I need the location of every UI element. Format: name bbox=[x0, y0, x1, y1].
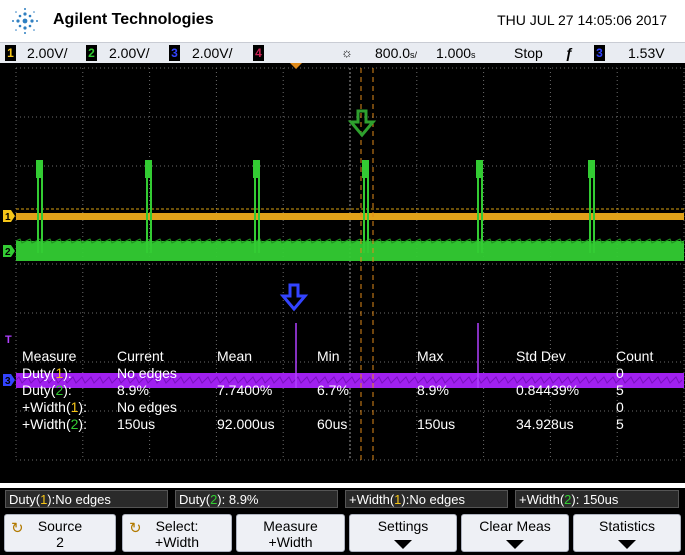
measure-value-current: 150us bbox=[117, 416, 156, 432]
rotate-knob-icon: ↻ bbox=[11, 519, 24, 537]
measure-header-current: Current bbox=[117, 348, 164, 364]
measure-value-count: 5 bbox=[616, 382, 624, 398]
run-state: Stop bbox=[514, 45, 543, 61]
channel-1-indicator[interactable]: 1 bbox=[5, 45, 16, 61]
brand-name: Agilent Technologies bbox=[53, 11, 214, 28]
rotate-knob-icon: ↻ bbox=[129, 519, 142, 537]
channel-status-bar: 1 2.00V/ 2 2.00V/ 3 2.00V/ 4 ☼ 800.0s/ 1… bbox=[0, 42, 685, 64]
delay-value[interactable]: 1.000s bbox=[436, 45, 476, 61]
trigger-level[interactable]: 1.53V bbox=[628, 45, 665, 61]
measurement-statistics-table: Measure Current Mean Min Max Std Dev Count Duty… bbox=[0, 63, 685, 483]
softkey-measure[interactable]: Measure +Width bbox=[236, 514, 345, 552]
softkey-statistics[interactable]: Statistics bbox=[573, 514, 681, 552]
channel-1-scale[interactable]: 2.00V/ bbox=[27, 45, 67, 61]
channel-3-indicator[interactable]: 3 bbox=[169, 45, 180, 61]
measurement-readouts: Duty(1):No edges Duty(2): 8.9% +Width(1):N… bbox=[0, 488, 685, 510]
channel-2-scale[interactable]: 2.00V/ bbox=[109, 45, 149, 61]
measure-row-name: +Width(2): bbox=[22, 416, 87, 432]
measure-value-mean: 7.7400% bbox=[217, 382, 273, 398]
softkey-bar: ↻ Source 2 ↻ Select: +Width Measure +Width Setti… bbox=[0, 510, 685, 555]
agilent-spark-logo-icon bbox=[12, 8, 38, 34]
seconds-per-div-icon: s/ bbox=[410, 50, 418, 60]
measure-value-current: No edges bbox=[117, 399, 177, 415]
softkey-label: Measure bbox=[263, 518, 318, 534]
date-time: THU JUL 27 14:05:06 2017 bbox=[497, 12, 667, 28]
measure-row-name: Duty(1): bbox=[22, 365, 72, 381]
title-bar: Agilent Technologies THU JUL 27 14:05:06… bbox=[0, 0, 685, 42]
softkey-label: Statistics bbox=[598, 518, 655, 534]
trigger-source-indicator[interactable]: 3 bbox=[594, 45, 605, 61]
down-arrow-icon bbox=[506, 540, 524, 549]
measure-header-min: Min bbox=[317, 348, 340, 364]
softkey-settings[interactable]: Settings bbox=[349, 514, 457, 552]
readout-box: Duty(2): 8.9% bbox=[175, 490, 338, 508]
waveform-display[interactable]: 123T Measure Current Mean Min Max Std Dev Coun… bbox=[0, 63, 685, 483]
readout-box: Duty(1):No edges bbox=[5, 490, 168, 508]
measure-value-std-dev: 0.84439% bbox=[516, 382, 580, 398]
measure-value-current: No edges bbox=[117, 365, 177, 381]
softkey-select[interactable]: ↻ Select: +Width bbox=[122, 514, 232, 552]
softkey-label: Clear Meas bbox=[479, 518, 551, 534]
channel-3-scale[interactable]: 2.00V/ bbox=[192, 45, 232, 61]
softkey-value: +Width bbox=[268, 534, 313, 550]
down-arrow-icon bbox=[394, 540, 412, 549]
measure-value-min: 6.7% bbox=[317, 382, 349, 398]
readout-box: +Width(2): 150us bbox=[515, 490, 679, 508]
measure-value-mean: 92.000us bbox=[217, 416, 275, 432]
down-arrow-icon bbox=[618, 540, 636, 549]
trigger-edge-icon: ƒ bbox=[565, 45, 573, 61]
seconds-icon: s bbox=[471, 50, 476, 60]
softkey-clear-meas[interactable]: Clear Meas bbox=[461, 514, 569, 552]
softkey-label: Settings bbox=[377, 518, 429, 534]
measure-row-name: Duty(2): bbox=[22, 382, 72, 398]
measure-row-name: +Width(1): bbox=[22, 399, 87, 415]
acquisition-icon: ☼ bbox=[341, 45, 353, 60]
readout-box: +Width(1):No edges bbox=[345, 490, 508, 508]
measure-header-std-dev: Std Dev bbox=[516, 348, 566, 364]
timebase-value[interactable]: 800.0s/ bbox=[375, 45, 417, 61]
measure-value-std-dev: 34.928us bbox=[516, 416, 574, 432]
measure-value-count: 5 bbox=[616, 416, 624, 432]
measure-value-current: 8.9% bbox=[117, 382, 149, 398]
measure-header-mean: Mean bbox=[217, 348, 253, 364]
softkey-source[interactable]: ↻ Source 2 bbox=[4, 514, 116, 552]
measure-value-count: 0 bbox=[616, 399, 624, 415]
measure-value-count: 0 bbox=[616, 365, 624, 381]
measure-header-count: Count bbox=[616, 348, 654, 364]
channel-2-indicator[interactable]: 2 bbox=[86, 45, 97, 61]
measure-value-max: 8.9% bbox=[417, 382, 449, 398]
channel-4-indicator[interactable]: 4 bbox=[253, 45, 264, 61]
measure-header-measure: Measure bbox=[22, 348, 77, 364]
measure-value-max: 150us bbox=[417, 416, 456, 432]
measure-value-min: 60us bbox=[317, 416, 348, 432]
measure-header-max: Max bbox=[417, 348, 444, 364]
